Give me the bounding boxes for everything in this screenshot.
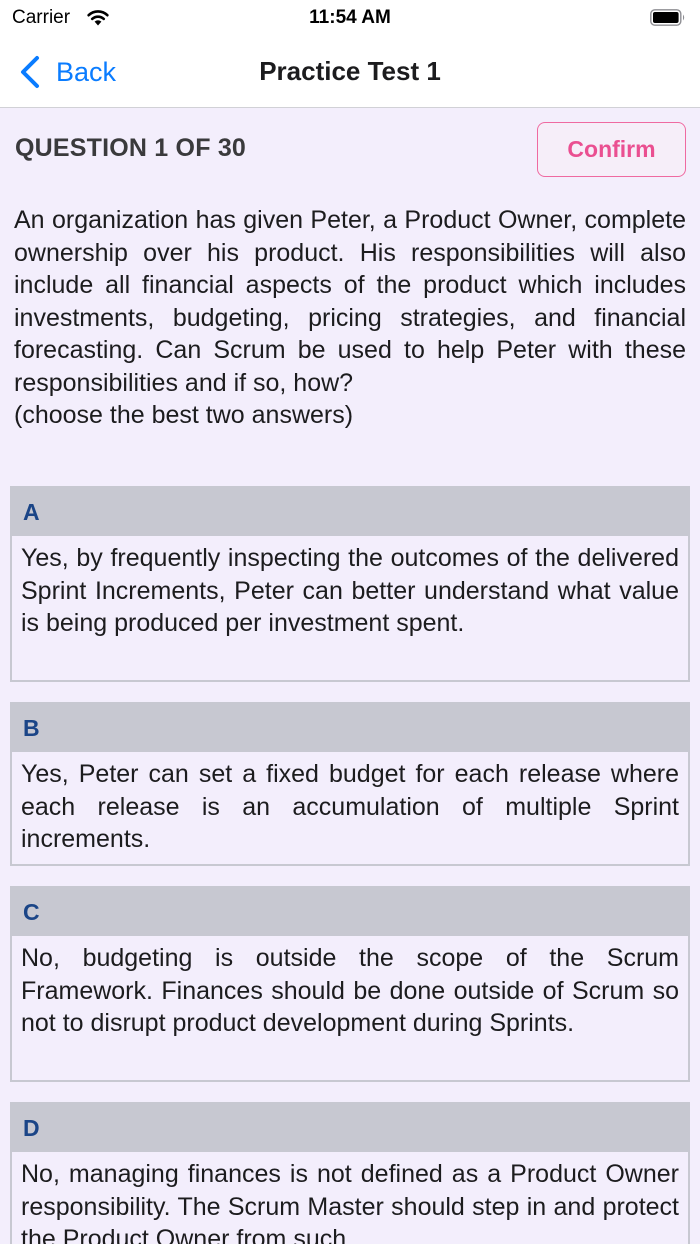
option-header: D — [12, 1104, 688, 1152]
confirm-button[interactable]: Confirm — [537, 122, 686, 177]
answer-option-b[interactable]: B Yes, Peter can set a fixed budget for … — [10, 702, 690, 866]
answer-option-c[interactable]: C No, budgeting is outside the scope of … — [10, 886, 690, 1082]
page-title: Practice Test 1 — [259, 56, 441, 86]
question-hint: (choose the best two answers) — [14, 401, 354, 429]
option-header: A — [12, 488, 688, 536]
answer-option-d[interactable]: D No, managing finances is not defined a… — [10, 1102, 690, 1244]
answer-option-a[interactable]: A Yes, by frequently inspecting the outc… — [10, 486, 690, 682]
option-text: Yes, by frequently inspecting the outcom… — [21, 544, 679, 637]
battery-icon — [650, 9, 685, 26]
option-letter: C — [23, 898, 40, 925]
option-header: C — [12, 888, 688, 936]
status-time: 11:54 AM — [309, 7, 391, 28]
option-letter: B — [23, 714, 40, 741]
option-text: No, managing finances is not defined as … — [21, 1160, 679, 1244]
option-text: No, budgeting is outside the scope of th… — [21, 944, 679, 1037]
status-bar: Carrier 11:54 AM — [0, 0, 700, 36]
question-text: An organization has given Peter, a Produ… — [14, 206, 686, 397]
option-text: Yes, Peter can set a fixed budget for ea… — [21, 760, 679, 853]
question-text-block: An organization has given Peter, a Produ… — [14, 204, 686, 432]
option-letter: A — [23, 498, 40, 525]
option-letter: D — [23, 1114, 40, 1141]
option-header: B — [12, 704, 688, 752]
question-counter: QUESTION 1 OF 30 — [15, 134, 247, 162]
navigation-bar: Back Practice Test 1 — [0, 36, 700, 108]
